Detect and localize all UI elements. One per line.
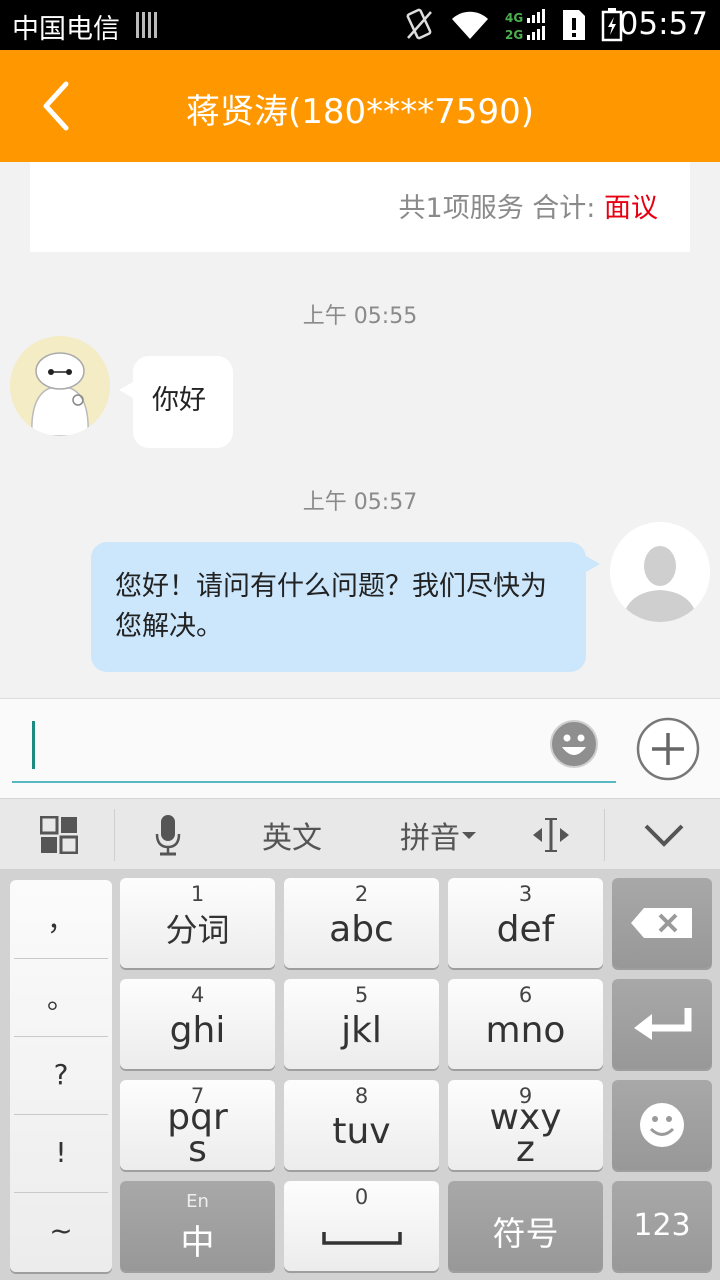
key-2[interactable]: 2 abc: [284, 878, 439, 968]
plus-circle-icon[interactable]: [636, 717, 700, 781]
sim-alert-icon: [563, 10, 585, 40]
key-tilde[interactable]: ~: [10, 1192, 112, 1269]
key-exclamation[interactable]: !: [10, 1114, 112, 1191]
grid-icon[interactable]: [22, 799, 96, 871]
vibrate-icon: [406, 8, 432, 40]
svg-text:2G: 2G: [505, 28, 523, 42]
chevron-down-icon[interactable]: [626, 799, 702, 871]
signal-bars-icon: [136, 12, 160, 38]
status-bar: 中国电信 4G 2G 05:57: [0, 0, 720, 50]
wifi-icon: [452, 11, 488, 39]
message-input[interactable]: [12, 713, 616, 783]
english-mode-button[interactable]: 英文: [234, 799, 350, 871]
ime-toolbar: 英文 拼音: [0, 798, 720, 870]
key-7[interactable]: 7 pqr s: [120, 1080, 275, 1170]
punctuation-column: ， 。 ? ! ~: [10, 880, 112, 1272]
cursor-move-icon[interactable]: [522, 799, 580, 871]
service-summary-text: 共1项服务 合计:: [398, 193, 604, 224]
symbols-key[interactable]: 符号: [448, 1181, 603, 1271]
service-summary-card: 共1项服务 合计: 面议: [30, 162, 690, 252]
message-text: 您好！请问有什么问题？我们尽快为您解决。: [115, 571, 547, 642]
message-input-bar: [0, 698, 720, 798]
key-comma[interactable]: ，: [10, 880, 112, 957]
page-title: 蒋贤涛(180****7590): [186, 92, 534, 132]
key-8[interactable]: 8 tuv: [284, 1080, 439, 1170]
key-5[interactable]: 5 jkl: [284, 979, 439, 1069]
carrier-name: 中国电信: [12, 14, 120, 45]
smiley-icon: [640, 1103, 684, 1147]
emoji-key[interactable]: [612, 1080, 712, 1170]
space-key[interactable]: 0: [284, 1181, 439, 1271]
key-1[interactable]: 1 分词: [120, 878, 275, 968]
key-question[interactable]: ?: [10, 1036, 112, 1113]
message-timestamp: 上午 05:55: [302, 304, 418, 329]
backspace-key[interactable]: [612, 878, 712, 968]
key-6[interactable]: 6 mno: [448, 979, 603, 1069]
text-cursor: [32, 721, 35, 769]
enter-key[interactable]: [612, 979, 712, 1069]
avatar[interactable]: [10, 336, 110, 436]
status-time: 05:57: [618, 6, 708, 42]
pinyin-mode-button[interactable]: 拼音: [378, 799, 498, 871]
svg-text:4G: 4G: [505, 11, 523, 25]
avatar[interactable]: [610, 522, 710, 622]
key-3[interactable]: 3 def: [448, 878, 603, 968]
keyboard: ， 。 ? ! ~ 1 分词 2 abc 3 def 4 ghi 5 jkl 6…: [0, 870, 720, 1280]
key-4[interactable]: 4 ghi: [120, 979, 275, 1069]
smiley-icon[interactable]: [549, 719, 599, 769]
language-switch-key[interactable]: En 中: [120, 1181, 275, 1271]
price-negotiable: 面议: [604, 193, 658, 224]
message-text: 你好: [152, 385, 206, 416]
enter-icon: [634, 1008, 692, 1040]
chat-bubble-sent[interactable]: 您好！请问有什么问题？我们尽快为您解决。: [91, 542, 600, 672]
chat-header: 蒋贤涛(180****7590): [0, 50, 720, 162]
default-user-avatar-icon: [610, 522, 710, 622]
key-period[interactable]: 。: [10, 958, 112, 1035]
microphone-icon[interactable]: [136, 799, 200, 871]
caret-down-icon: [462, 832, 476, 839]
cellular-icon: 4G 2G: [505, 9, 545, 42]
backspace-icon: [631, 908, 692, 938]
numbers-key[interactable]: 123: [612, 1181, 712, 1271]
message-timestamp: 上午 05:57: [302, 490, 418, 515]
space-bar-icon: [322, 1232, 402, 1245]
robot-avatar-icon: [10, 336, 110, 436]
key-9[interactable]: 9 wxy z: [448, 1080, 603, 1170]
pinyin-label: 拼音: [400, 821, 460, 856]
chat-bubble-received[interactable]: 你好: [119, 356, 233, 448]
